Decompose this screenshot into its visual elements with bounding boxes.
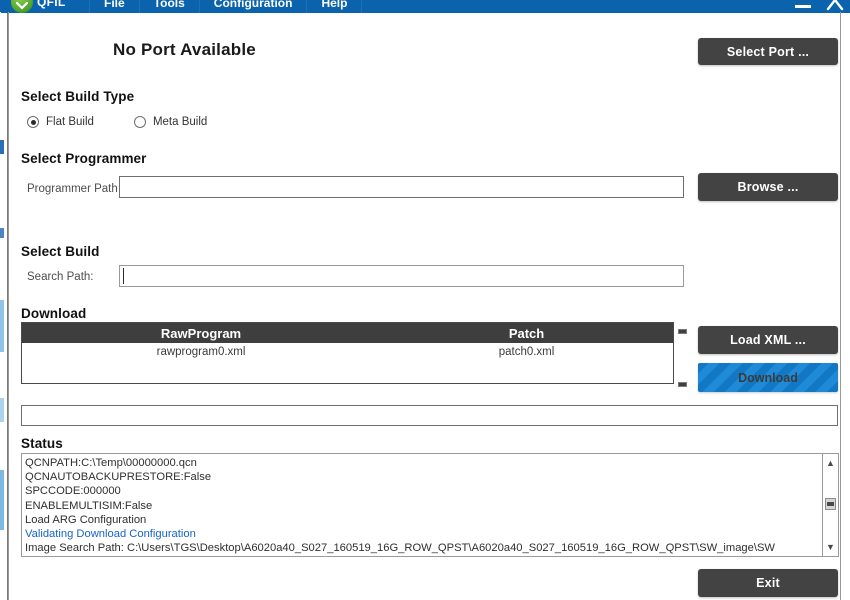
window-content: No Port Available Select Port ... Select… [9,13,840,600]
close-icon[interactable] [825,0,845,12]
download-table[interactable]: RawProgram Patch rawprogram0.xml patch0.… [21,322,674,384]
log-line: Load ARG Configuration [25,513,147,526]
status-log[interactable]: QCNPATH:C:\Temp\00000000.qcn QCNAUTOBACK… [21,453,823,557]
background-window-sliver [0,0,7,600]
search-path-label: Search Path: [27,271,94,283]
programmer-path-label: Programmer Path [27,183,118,195]
radio-meta-build-mark[interactable] [133,116,146,128]
select-port-button[interactable]: Select Port ... [698,38,838,65]
download-button[interactable]: Download [698,363,838,392]
select-programmer-title: Select Programmer [21,151,147,166]
splitter-handle-bottom-icon[interactable] [678,382,687,387]
download-title: Download [21,306,87,321]
select-build-type-title: Select Build Type [21,89,135,104]
column-header-rawprogram[interactable]: RawProgram [22,323,380,343]
app-title: QFIL [37,0,66,9]
text-caret [123,268,124,284]
title-bar: QFIL File Tools Configuration Help [1,0,850,13]
menu-tools[interactable]: Tools [140,0,200,13]
radio-meta-build[interactable]: Meta Build [133,116,208,128]
log-line: Image Search Path: C:\Users\TGS\Desktop\… [25,542,775,555]
status-scrollbar[interactable]: ▲ ▼ [823,453,839,557]
log-line: QCNPATH:C:\Temp\00000000.qcn [25,457,197,469]
radio-flat-build[interactable]: Flat Build [27,116,94,128]
log-line: Validating Download Configuration [25,528,196,541]
exit-button[interactable]: Exit [698,569,838,597]
port-status-label: No Port Available [113,40,256,59]
browse-button[interactable]: Browse ... [698,173,838,201]
radio-flat-build-label: Flat Build [46,116,94,128]
minimize-icon[interactable] [793,0,813,12]
build-type-radio-group: Flat Build Meta Build [27,116,247,128]
progress-bar [21,405,838,426]
window-controls [793,0,845,12]
search-path-input[interactable] [119,265,684,287]
status-title: Status [21,436,63,451]
column-header-patch[interactable]: Patch [380,323,673,343]
log-line: QCNAUTOBACKUPRESTORE:False [25,471,212,484]
log-line: SPCCODE:000000 [25,485,121,498]
menu-file[interactable]: File [89,0,140,13]
scrollbar-thumb[interactable] [825,498,836,510]
table-row[interactable]: rawprogram0.xml patch0.xml [22,343,673,361]
radio-meta-build-label: Meta Build [152,116,208,128]
cell-rawprogram: rawprogram0.xml [156,346,246,358]
programmer-path-input[interactable] [119,176,684,198]
cell-patch: patch0.xml [498,346,555,358]
chevron-down-icon[interactable]: ▼ [823,540,838,554]
load-xml-button[interactable]: Load XML ... [698,326,838,354]
menu-help[interactable]: Help [307,0,363,13]
splitter-handle-top-icon[interactable] [678,329,687,334]
app-logo-icon [11,0,33,13]
qfil-window: QFIL File Tools Configuration Help No Po… [0,0,850,600]
main-window: QFIL File Tools Configuration Help No Po… [1,0,850,600]
chevron-up-icon[interactable]: ▲ [823,456,838,470]
menu-configuration[interactable]: Configuration [200,0,308,13]
log-line: ENABLEMULTISIM:False [25,499,153,512]
select-build-title: Select Build [21,244,100,259]
radio-flat-build-mark[interactable] [27,116,39,128]
download-table-header: RawProgram Patch [22,323,673,343]
menu-bar: File Tools Configuration Help [89,0,363,13]
